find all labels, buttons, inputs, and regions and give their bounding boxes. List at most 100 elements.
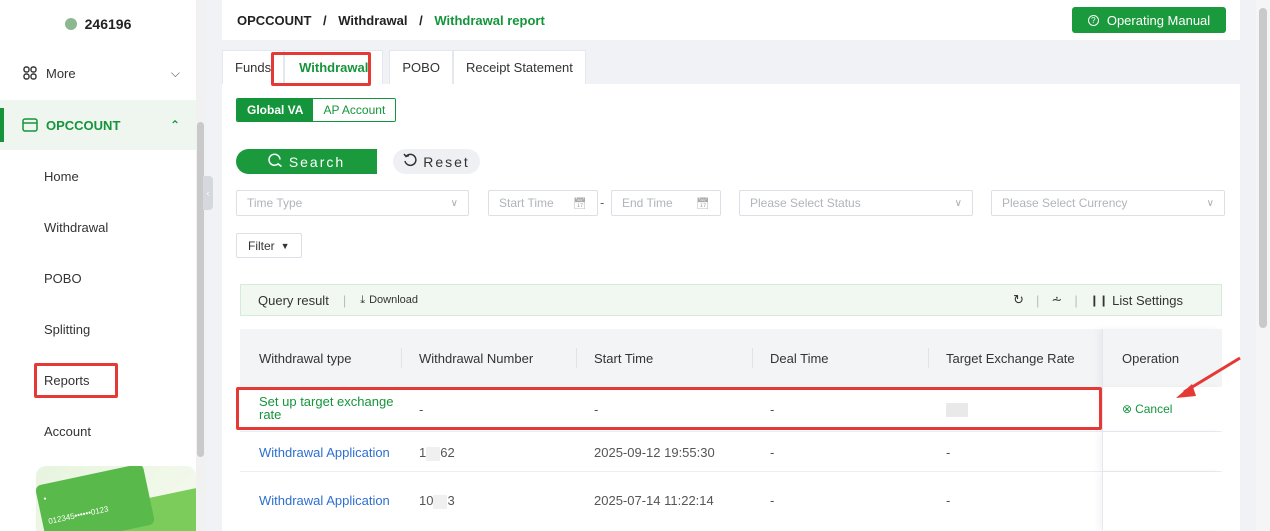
sidebar-item-pobo[interactable]: POBO [0, 253, 196, 303]
deal-time: - [770, 445, 775, 460]
target-exchange-rate [946, 401, 968, 417]
scrollbar-thumb[interactable] [197, 122, 204, 457]
filter-button[interactable]: Filter ▼ [236, 233, 302, 258]
help-icon: ? [1087, 14, 1099, 26]
segment-label: AP Account [323, 103, 386, 117]
sidebar-item-label: Withdrawal [44, 219, 109, 235]
sidebar-item-label: Reports [44, 372, 90, 388]
start-time-picker[interactable]: Start Time 📅︎ [488, 190, 598, 216]
withdrawal-number: 1 62 [419, 445, 455, 461]
withdrawal-type-link[interactable]: Withdrawal Application [259, 493, 390, 508]
breadcrumb-item[interactable]: Withdrawal [338, 13, 407, 28]
card-icon [22, 117, 38, 133]
sidebar-item-withdrawal[interactable]: Withdrawal [0, 202, 196, 252]
breadcrumb-item[interactable]: OPCCOUNT [237, 13, 311, 28]
search-icon [268, 153, 283, 171]
page-scrollbar[interactable] [1256, 0, 1270, 531]
scrollbar-thumb[interactable] [1259, 8, 1267, 328]
status-select[interactable]: Please Select Status ∨ [739, 190, 973, 216]
tab-label: POBO [402, 60, 440, 75]
chevron-down-icon: ∨ [954, 197, 962, 209]
time-type-select[interactable]: Time Type ∨ [236, 190, 469, 216]
annotation-arrow-icon [1176, 356, 1241, 398]
query-result-label: Query result [258, 292, 329, 308]
list-settings-label: List Settings [1112, 292, 1183, 308]
header-bar: OPCCOUNT / Withdrawal / Withdrawal repor… [222, 0, 1240, 40]
card-front-graphic: • 012345••••••0123 [36, 466, 156, 531]
cancel-label: Cancel [1135, 402, 1173, 416]
segment-global-va[interactable]: Global VA [237, 99, 314, 121]
withdrawal-type-link[interactable]: Withdrawal Application [259, 445, 390, 460]
sidebar-item-account[interactable]: Account [0, 406, 196, 456]
density-icon[interactable]: ⩪ [1051, 292, 1062, 308]
account-segment: Global VA AP Account [236, 98, 397, 122]
operating-manual-button[interactable]: ? Operating Manual [1072, 7, 1226, 33]
sidebar-item-home[interactable]: Home [0, 151, 196, 201]
columns-icon: ❙❙ [1089, 294, 1109, 307]
operation-cell [1102, 472, 1222, 530]
download-button[interactable]: ⤓ Download [360, 294, 418, 307]
table-row: Withdrawal Application 1 62 2025-09-12 19… [240, 432, 1222, 472]
redacted-value [426, 446, 441, 461]
redacted-value [433, 494, 448, 509]
search-button[interactable]: Search [236, 149, 377, 174]
download-icon: ⤓ [360, 293, 366, 306]
currency-select[interactable]: Please Select Currency ∨ [991, 190, 1225, 216]
column-header: Withdrawal Number [401, 348, 533, 368]
target-exchange-rate: - [946, 493, 951, 508]
redacted-value [946, 402, 968, 417]
tab-funds[interactable]: Funds [222, 50, 285, 84]
time-type-placeholder: Time Type [247, 196, 303, 210]
sidebar-item-opccount[interactable]: OPCCOUNT ⌃ [0, 100, 196, 150]
tab-pobo[interactable]: POBO [389, 50, 453, 84]
reset-button[interactable]: Reset [393, 149, 480, 174]
tab-withdrawal[interactable]: Withdrawal [284, 50, 384, 84]
segment-ap-account[interactable]: AP Account [313, 99, 396, 121]
cancel-button[interactable]: ⊗ Cancel [1122, 402, 1172, 416]
list-settings-button[interactable]: ❙❙ List Settings [1090, 293, 1183, 308]
table-header: Withdrawal type Withdrawal Number Start … [240, 329, 1222, 387]
column-header: Start Time [576, 348, 653, 368]
collapse-sidebar-handle[interactable]: ‹ [203, 176, 213, 210]
operating-manual-label: Operating Manual [1106, 12, 1211, 28]
status-icon [64, 18, 77, 30]
column-header: Withdrawal type [259, 351, 352, 366]
sidebar-scrollbar[interactable] [196, 0, 205, 531]
status-placeholder: Please Select Status [750, 196, 861, 210]
result-toolbar: Query result | ⤓ Download ↻ | ⩪ | ❙❙ Lis… [240, 284, 1222, 316]
grid-icon [22, 65, 38, 81]
toolbar-divider: | [1036, 292, 1040, 308]
chevron-down-icon: ∨ [450, 197, 458, 209]
start-time: - [594, 402, 599, 417]
toolbar-right: ↻ | ⩪ | ❙❙ List Settings [1013, 292, 1183, 308]
sidebar-item-reports[interactable]: Reports [0, 355, 196, 405]
target-exchange-rate: - [946, 445, 951, 460]
calendar-icon: 📅︎ [573, 197, 587, 210]
end-time-picker[interactable]: End Time 📅︎ [611, 190, 721, 216]
breadcrumb-current: Withdrawal report [434, 13, 545, 28]
user-id-display: 246196 [0, 0, 196, 48]
sidebar-item-more[interactable]: More ⌵ [0, 48, 196, 98]
calendar-icon: 📅︎ [696, 197, 710, 210]
column-header: Target Exchange Rate [928, 348, 1075, 368]
tab-label: Funds [235, 60, 272, 75]
start-time: 2025-07-14 11:22:14 [594, 493, 714, 508]
promo-card-image: • 012345••••••0123 [36, 466, 196, 531]
toolbar-divider: | [342, 292, 347, 308]
download-label: Download [369, 294, 418, 306]
tab-receipt-statement[interactable]: Receipt Statement [452, 50, 586, 84]
withdrawal-type-link[interactable]: Set up target exchange rate [259, 395, 399, 421]
range-separator: - [600, 195, 605, 210]
card-number: 012345••••••0123 [47, 504, 110, 526]
breadcrumb-separator: / [419, 13, 423, 28]
sidebar-item-label: Home [44, 168, 79, 184]
refresh-icon[interactable]: ↻ [1013, 292, 1024, 308]
sidebar-item-label: POBO [44, 270, 82, 286]
content-panel: Global VA AP Account Search Reset Time T… [222, 84, 1240, 531]
deal-time: - [770, 493, 775, 508]
sidebar-item-label: OPCCOUNT [46, 117, 121, 133]
cancel-icon: ⊗ [1122, 402, 1133, 416]
sidebar-item-splitting[interactable]: Splitting [0, 304, 196, 354]
search-label: Search [288, 153, 346, 170]
operation-cell [1102, 432, 1222, 471]
